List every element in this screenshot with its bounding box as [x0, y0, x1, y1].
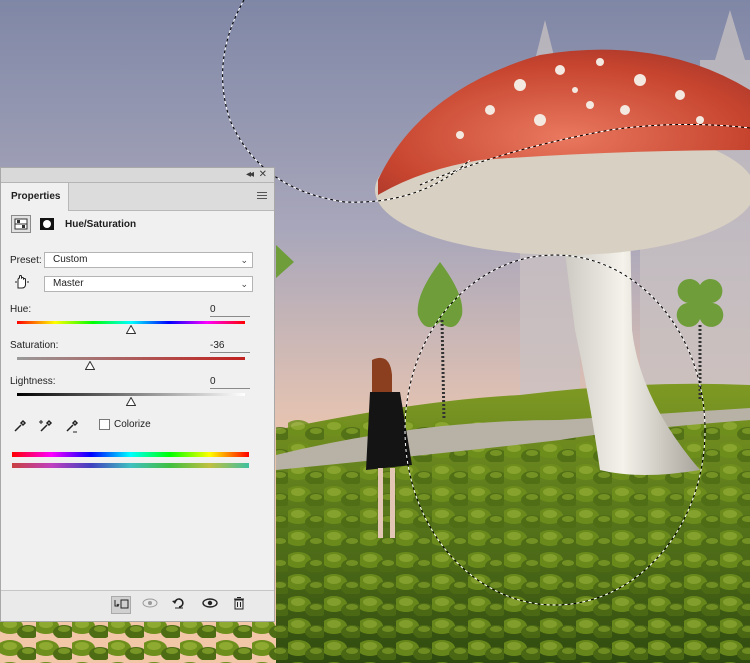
- view-previous-icon[interactable]: [140, 596, 160, 614]
- saturation-slider-track[interactable]: [17, 357, 245, 360]
- hue-slider-thumb[interactable]: [126, 325, 136, 334]
- lightness-label: Lightness:: [10, 376, 56, 387]
- chevron-down-icon: ⌄: [240, 255, 248, 265]
- eyedropper-icon[interactable]: [12, 418, 28, 434]
- output-color-bar: [12, 463, 249, 468]
- lightness-slider-track[interactable]: [17, 393, 245, 396]
- eyedropper-plus-icon[interactable]: [38, 418, 54, 434]
- panel-footer: [1, 590, 274, 621]
- colorize-checkbox[interactable]: [99, 419, 110, 430]
- channel-value: Master: [53, 278, 84, 289]
- mask-icon[interactable]: [37, 215, 57, 233]
- hamburger-icon[interactable]: [257, 192, 267, 201]
- hue-slider-track[interactable]: [17, 321, 245, 324]
- reset-icon[interactable]: [169, 596, 189, 614]
- saturation-value-field[interactable]: -36: [210, 340, 250, 353]
- visibility-icon[interactable]: [200, 596, 220, 614]
- clip-to-layer-icon[interactable]: [111, 596, 131, 614]
- hue-label: Hue:: [10, 304, 32, 315]
- channel-select[interactable]: Master ⌄: [44, 276, 253, 292]
- input-color-bar: [12, 452, 249, 457]
- lightness-slider-thumb[interactable]: [126, 397, 136, 406]
- trash-icon[interactable]: [229, 596, 249, 614]
- lightness-value-field[interactable]: 0: [210, 376, 250, 389]
- hue-value-field[interactable]: 0: [210, 304, 250, 317]
- hue-saturation-icon[interactable]: [11, 215, 31, 233]
- close-icon[interactable]: ✕: [259, 168, 267, 182]
- properties-panel: ◂◂ ✕ Properties Hue/Saturation Preset: C…: [0, 167, 275, 622]
- preset-value: Custom: [53, 254, 88, 265]
- tab-properties-label: Properties: [11, 191, 61, 202]
- hand-icon[interactable]: [13, 274, 31, 290]
- preset-label: Preset:: [10, 255, 42, 266]
- double-chevron-left-icon[interactable]: ◂◂: [246, 168, 254, 182]
- saturation-slider-thumb[interactable]: [84, 361, 95, 370]
- adjustment-title: Hue/Saturation: [65, 219, 137, 230]
- colorize-label: Colorize: [114, 419, 151, 430]
- panel-title-bar[interactable]: ◂◂ ✕: [1, 168, 274, 183]
- panel-tab-bar: Properties: [1, 183, 274, 211]
- chevron-down-icon: ⌄: [240, 279, 248, 289]
- tab-properties[interactable]: Properties: [1, 183, 69, 211]
- preset-select[interactable]: Custom ⌄: [44, 252, 253, 268]
- adjustment-header: Hue/Saturation: [11, 215, 266, 235]
- eyedropper-minus-icon[interactable]: [64, 418, 80, 434]
- saturation-label: Saturation:: [10, 340, 59, 351]
